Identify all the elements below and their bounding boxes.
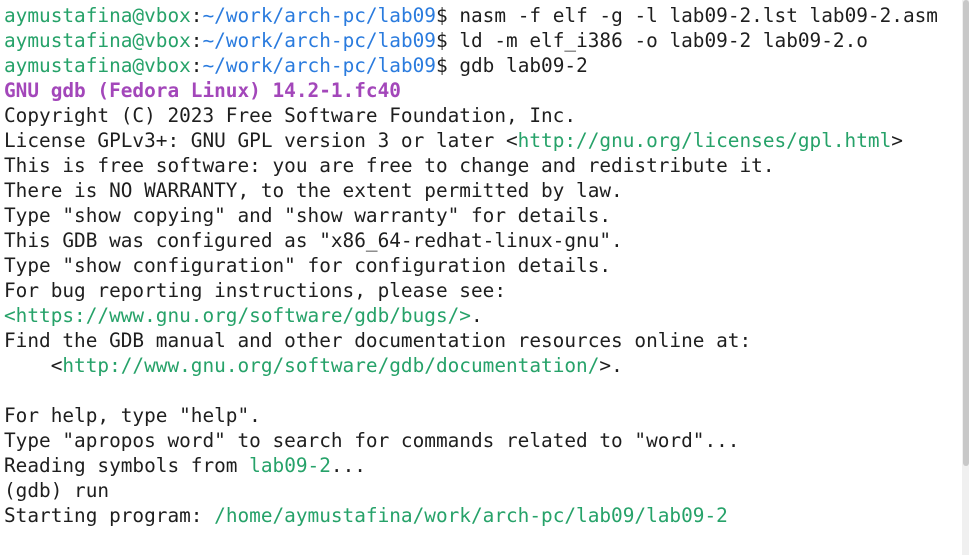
free-software-line: This is free software: you are free to c… (4, 154, 775, 177)
command-text: nasm -f elf -g -l lab09-2.lst lab09-2.as… (459, 4, 938, 27)
prompt-separator: : (190, 4, 203, 27)
reading-suffix: ... (330, 454, 366, 477)
doc-suffix: >. (599, 354, 623, 377)
prompt-user-host: aymustafina@vbox (4, 29, 191, 52)
documentation-link[interactable]: http://www.gnu.org/software/gdb/document… (62, 354, 599, 377)
prompt-sign: $ (435, 29, 460, 52)
license-prefix: License GPLv3+: GNU GPL version 3 or lat… (4, 129, 518, 152)
configured-line: This GDB was configured as "x86_64-redha… (4, 229, 623, 252)
prompt-user-host: aymustafina@vbox (4, 54, 191, 77)
prompt-sign: $ (435, 4, 460, 27)
command-text: gdb lab09-2 (459, 54, 588, 77)
doc-prefix: < (4, 354, 63, 377)
copyright-line: Copyright (C) 2023 Free Software Foundat… (4, 104, 577, 127)
apropos-line: Type "apropos word" to search for comman… (4, 429, 740, 452)
bugs-link[interactable]: <https://www.gnu.org/software/gdb/bugs/> (4, 304, 471, 327)
prompt-line-gdb: aymustafina@vbox:~/work/arch-pc/lab09$ g… (4, 53, 588, 78)
doc-url-line: <http://www.gnu.org/software/gdb/documen… (4, 353, 623, 378)
help-line: For help, type "help". (4, 404, 261, 427)
prompt-path: ~/work/arch-pc/lab09 (202, 4, 436, 27)
show-copying-line: Type "show copying" and "show warranty" … (4, 204, 612, 227)
terminal-scrollbar[interactable] (962, 0, 969, 555)
license-line: License GPLv3+: GNU GPL version 3 or lat… (4, 128, 903, 153)
command-text: ld -m elf_i386 -o lab09-2 lab09-2.o (459, 29, 868, 52)
license-link[interactable]: http://gnu.org/licenses/gpl.html (518, 129, 892, 152)
starting-prefix: Starting program: (4, 504, 215, 527)
terminal-output[interactable]: aymustafina@vbox:~/work/arch-pc/lab09$ n… (0, 0, 962, 555)
gdb-run-line: (gdb) run (4, 479, 110, 502)
prompt-separator: : (190, 54, 203, 77)
gdb-version-header: GNU gdb (Fedora Linux) 14.2-1.fc40 (4, 79, 401, 102)
bugs-suffix: . (470, 304, 483, 327)
bugs-url-line: <https://www.gnu.org/software/gdb/bugs/>… (4, 303, 483, 328)
prompt-user-host: aymustafina@vbox (4, 4, 191, 27)
prompt-sign: $ (435, 54, 460, 77)
find-manual-line: Find the GDB manual and other documentat… (4, 329, 752, 352)
bug-reporting-line: For bug reporting instructions, please s… (4, 279, 506, 302)
reading-file-name: lab09-2 (249, 454, 331, 477)
reading-prefix: Reading symbols from (4, 454, 250, 477)
no-warranty-line: There is NO WARRANTY, to the extent perm… (4, 179, 623, 202)
license-suffix: > (891, 129, 903, 152)
show-config-line: Type "show configuration" for configurat… (4, 254, 612, 277)
reading-symbols-line: Reading symbols from lab09-2... (4, 453, 366, 478)
scrollbar-thumb[interactable] (963, 0, 969, 466)
prompt-line-nasm: aymustafina@vbox:~/work/arch-pc/lab09$ n… (4, 3, 938, 28)
prompt-path: ~/work/arch-pc/lab09 (202, 54, 436, 77)
prompt-separator: : (190, 29, 203, 52)
prompt-path: ~/work/arch-pc/lab09 (202, 29, 436, 52)
prompt-line-ld: aymustafina@vbox:~/work/arch-pc/lab09$ l… (4, 28, 868, 53)
starting-program-line: Starting program: /home/aymustafina/work… (4, 503, 728, 528)
starting-program-path: /home/aymustafina/work/arch-pc/lab09/lab… (214, 504, 728, 527)
